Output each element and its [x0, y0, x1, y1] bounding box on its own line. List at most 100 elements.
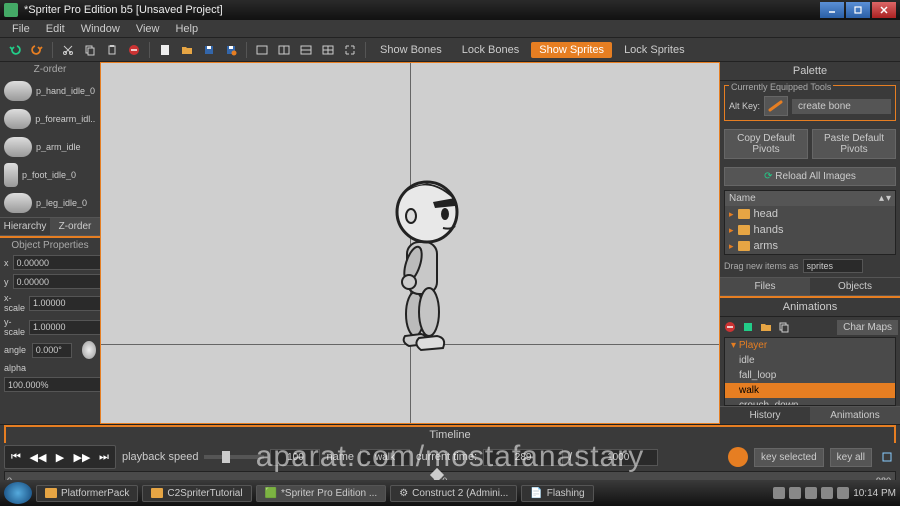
menu-help[interactable]: Help — [167, 21, 206, 37]
zorder-item[interactable]: p_foot_idle_0 — [0, 161, 100, 189]
taskbar-item[interactable]: 📄Flashing — [521, 485, 593, 502]
anim-item[interactable]: idle — [725, 353, 895, 368]
bone-tool-icon — [764, 96, 788, 116]
anim-folder-button[interactable] — [758, 319, 774, 335]
anim-name-input[interactable] — [360, 449, 410, 466]
left-panel: Z-order p_hand_idle_0 p_forearm_idl... p… — [0, 62, 100, 424]
timeline-header: Timeline — [4, 425, 896, 443]
paste-pivots-button[interactable]: Paste Default Pivots — [812, 129, 896, 159]
animations-header: Animations — [720, 296, 900, 317]
new-button[interactable] — [156, 41, 174, 59]
menu-edit[interactable]: Edit — [38, 21, 73, 37]
show-bones-toggle[interactable]: Show Bones — [372, 42, 450, 58]
tab-zorder[interactable]: Z-order — [50, 218, 100, 235]
play-button[interactable]: ▶ — [49, 446, 71, 468]
fit-button[interactable] — [341, 41, 359, 59]
folder-row[interactable]: ▸head — [725, 206, 895, 222]
anim-item-selected[interactable]: walk — [725, 383, 895, 398]
tab-animations[interactable]: Animations — [810, 407, 900, 424]
menu-view[interactable]: View — [128, 21, 168, 37]
tray-icon[interactable] — [773, 487, 785, 499]
folder-icon — [738, 209, 750, 219]
tab-history[interactable]: History — [720, 407, 810, 424]
character-sprite[interactable] — [373, 164, 473, 354]
menu-window[interactable]: Window — [73, 21, 128, 37]
tool-name-label: create bone — [792, 99, 891, 114]
tray-volume-icon[interactable] — [837, 487, 849, 499]
zorder-item[interactable]: p_arm_idle — [0, 133, 100, 161]
charmaps-button[interactable]: Char Maps — [837, 320, 898, 335]
layout2-button[interactable] — [275, 41, 293, 59]
show-sprites-toggle[interactable]: Show Sprites — [531, 42, 612, 58]
tray-clock[interactable]: 10:14 PM — [853, 488, 896, 499]
record-button[interactable] — [728, 447, 748, 467]
anim-item[interactable]: crouch_down — [725, 398, 895, 406]
cut-button[interactable] — [59, 41, 77, 59]
window-close-button[interactable] — [872, 2, 896, 18]
lock-bones-toggle[interactable]: Lock Bones — [454, 42, 527, 58]
prop-angle-input[interactable] — [32, 343, 72, 358]
zorder-item[interactable]: p_leg_idle_0 — [0, 189, 100, 217]
tab-objects[interactable]: Objects — [810, 278, 900, 295]
anim-item[interactable]: fall_loop — [725, 368, 895, 383]
drag-mode-input[interactable] — [803, 259, 863, 273]
anim-copy-button[interactable] — [776, 319, 792, 335]
current-time-input[interactable] — [483, 449, 563, 466]
window-maximize-button[interactable] — [846, 2, 870, 18]
open-button[interactable] — [178, 41, 196, 59]
lock-sprites-toggle[interactable]: Lock Sprites — [616, 42, 693, 58]
timeline-settings-button[interactable] — [878, 448, 896, 466]
menu-file[interactable]: File — [4, 21, 38, 37]
start-button[interactable] — [4, 482, 32, 504]
layout1-button[interactable] — [253, 41, 271, 59]
prev-frame-button[interactable]: ◀◀ — [27, 446, 49, 468]
taskbar-item-active[interactable]: 🟩*Spriter Pro Edition ... — [256, 485, 387, 502]
taskbar-item[interactable]: ⚙Construct 2 (Admini... — [390, 485, 517, 502]
anim-group[interactable]: ▾ Player — [725, 338, 895, 353]
folder-row[interactable]: ▸hands — [725, 222, 895, 238]
angle-knob[interactable] — [82, 341, 96, 359]
reload-images-button[interactable]: ⟳ Reload All Images — [724, 167, 896, 186]
key-all-button[interactable]: key all — [830, 448, 872, 467]
save-button[interactable] — [200, 41, 218, 59]
undo-button[interactable] — [6, 41, 24, 59]
tray-icon[interactable] — [821, 487, 833, 499]
zorder-item[interactable]: p_forearm_idl... — [0, 105, 100, 133]
right-panel: Palette Currently Equipped Tools Alt Key… — [720, 62, 900, 424]
window-titlebar: *Spriter Pro Edition b5 [Unsaved Project… — [0, 0, 900, 20]
first-frame-button[interactable]: ⏮ — [5, 446, 27, 468]
taskbar-item[interactable]: PlatformerPack — [36, 485, 138, 502]
tab-hierarchy[interactable]: Hierarchy — [0, 218, 50, 235]
paste-button[interactable] — [103, 41, 121, 59]
key-selected-button[interactable]: key selected — [754, 448, 824, 467]
sort-up-icon[interactable]: ▴ — [879, 193, 884, 204]
copy-pivots-button[interactable]: Copy Default Pivots — [724, 129, 808, 159]
expand-icon[interactable]: ▸ — [729, 209, 734, 220]
next-frame-button[interactable]: ▶▶ — [71, 446, 93, 468]
window-title: *Spriter Pro Edition b5 [Unsaved Project… — [24, 4, 223, 16]
layout3-button[interactable] — [297, 41, 315, 59]
copy-button[interactable] — [81, 41, 99, 59]
tab-files[interactable]: Files — [720, 278, 810, 295]
delete-button[interactable] — [125, 41, 143, 59]
speed-slider[interactable] — [204, 455, 264, 459]
zorder-item[interactable]: p_hand_idle_0 — [0, 77, 100, 105]
speed-input[interactable] — [270, 449, 320, 466]
window-minimize-button[interactable] — [820, 2, 844, 18]
anim-delete-button[interactable] — [722, 319, 738, 335]
redo-button[interactable] — [28, 41, 46, 59]
taskbar: PlatformerPack C2SpriterTutorial 🟩*Sprit… — [0, 480, 900, 506]
canvas-viewport[interactable] — [100, 62, 720, 424]
total-time-input[interactable] — [578, 449, 658, 466]
palette-header: Palette — [720, 62, 900, 81]
layout4-button[interactable] — [319, 41, 337, 59]
save-as-button[interactable] — [222, 41, 240, 59]
sort-down-icon[interactable]: ▾ — [886, 193, 891, 204]
last-frame-button[interactable]: ⏭ — [93, 446, 115, 468]
tray-icon[interactable] — [805, 487, 817, 499]
tray-icon[interactable] — [789, 487, 801, 499]
menubar: File Edit Window View Help — [0, 20, 900, 38]
folder-row[interactable]: ▸arms — [725, 238, 895, 254]
anim-add-button[interactable] — [740, 319, 756, 335]
taskbar-item[interactable]: C2SpriterTutorial — [142, 485, 251, 502]
